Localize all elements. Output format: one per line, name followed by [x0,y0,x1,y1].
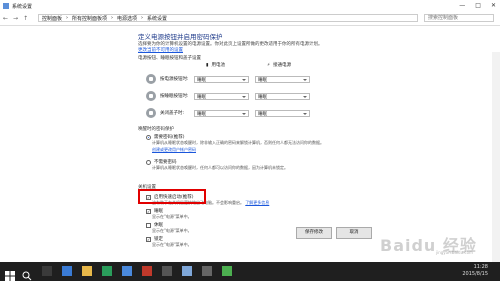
checkbox-description: 显示在"电源"菜单中。 [152,242,192,247]
start-icon[interactable] [5,266,15,281]
address-bar: ← → ↑ 控制面板 › 所有控制面板项 › 电源选项 › 系统设置 搜索控制面板 [0,12,500,26]
radio-description: 计算机从睡眠状态唤醒时，除非输入正确的密码来解锁计算机，否则任何人都无法访问你的… [152,140,324,145]
clock-time: 11:28 [473,264,488,270]
radio-description: 计算机从睡眠状态唤醒时，任何人都可以访问你的数据，因为计算机未锁定。 [152,165,288,170]
breadcrumb-item[interactable]: 系统设置 [147,15,167,22]
checkbox-empty-icon[interactable] [146,222,151,228]
breadcrumb-separator: › [66,15,69,21]
power-button-row: 按电源按钮时: 睡眠 睡眠 [146,74,316,84]
lid-close-row: 关闭盖子时: 睡眠 睡眠 [146,108,316,118]
change-settings-link[interactable]: 更改当前不可用的设置 [138,47,183,53]
radio-selected-icon[interactable] [146,134,151,140]
plugged-select[interactable]: 睡眠 [255,92,310,100]
watermark-url: jingyan.baidu.com [436,250,473,255]
page-title: 定义电源按钮并启用密码保护 [138,33,223,41]
power-icon [146,74,156,84]
wake-section-title: 唤醒时的密码保护 [138,127,174,132]
main-content: 定义电源按钮并启用密码保护 选择要为你的计算机设置的电源设置。你对此页上设置所做… [0,26,500,274]
up-icon[interactable]: ↑ [23,15,28,22]
title-bar: 系统设置 — □ ✕ [0,0,500,12]
maximize-icon[interactable]: □ [475,2,481,9]
search-icon[interactable] [22,266,32,281]
breadcrumb-item[interactable]: 控制面板 [42,15,62,22]
breadcrumb-item[interactable]: 所有控制面板项 [72,15,107,22]
learn-more-link[interactable]: 了解更多信息 [245,200,269,205]
clock-date: 2015/8/15 [462,271,488,277]
checkbox-description: 显示在"电源"菜单中。 [152,228,192,233]
search-input[interactable]: 搜索控制面板 [424,14,494,22]
scrollbar[interactable] [492,52,500,274]
app-icon[interactable] [202,266,212,276]
radio-empty-icon[interactable] [146,159,151,165]
battery-column-label: 用电池 [211,63,225,68]
task-view-icon[interactable] [42,266,52,276]
app-icon[interactable] [162,266,172,276]
close-icon[interactable]: ✕ [491,2,496,9]
sleep-icon [146,91,156,101]
window-title: 系统设置 [12,4,33,10]
row-label: 关闭盖子时: [160,111,185,116]
breadcrumb-separator: › [111,15,114,21]
cancel-button[interactable]: 取消 [336,227,372,239]
folder-icon[interactable] [82,266,92,276]
battery-select[interactable]: 睡眠 [194,109,249,117]
battery-icon: ▮ [206,62,209,68]
password-link[interactable]: 创建或更改用户帐户密码 [152,147,196,153]
plugged-select[interactable]: 睡眠 [255,109,310,117]
highlight-annotation [138,189,206,204]
sleep-button-row: 按睡眠按钮时: 睡眠 睡眠 [146,91,316,101]
save-button[interactable]: 保存修改 [296,227,332,239]
app-icon[interactable] [142,266,152,276]
plug-icon: ⚡ [267,62,271,68]
app-icon[interactable] [222,266,232,276]
back-icon[interactable]: ← [3,15,8,22]
power-section-title: 电源按钮、睡眠按钮和盖子设置 [138,56,201,61]
checkbox-checked-icon[interactable]: ✓ [146,236,151,242]
breadcrumb-separator: › [141,15,144,21]
breadcrumb-item[interactable]: 电源选项 [117,15,137,22]
plugged-select[interactable]: 睡眠 [255,75,310,83]
system-clock[interactable]: 11:28 2015/8/15 [462,264,488,278]
forward-icon[interactable]: → [13,15,18,22]
mail-icon[interactable] [122,266,132,276]
lid-icon [146,108,156,118]
taskbar: 11:28 2015/8/15 [0,262,500,281]
browser-icon[interactable] [62,266,72,276]
checkbox-checked-icon[interactable]: ✓ [146,208,151,214]
control-panel-icon[interactable] [182,266,192,276]
plugged-column-label: 接通电源 [273,63,292,68]
battery-select[interactable]: 睡眠 [194,75,249,83]
window-icon [3,3,9,9]
breadcrumb[interactable]: 控制面板 › 所有控制面板项 › 电源选项 › 系统设置 [38,14,418,22]
battery-select[interactable]: 睡眠 [194,92,249,100]
row-label: 按睡眠按钮时: [160,94,189,99]
row-label: 按电源按钮时: [160,77,189,82]
store-icon[interactable] [102,266,112,276]
minimize-icon[interactable]: — [459,2,465,9]
checkbox-description: 显示在"电源"菜单中。 [152,214,192,219]
